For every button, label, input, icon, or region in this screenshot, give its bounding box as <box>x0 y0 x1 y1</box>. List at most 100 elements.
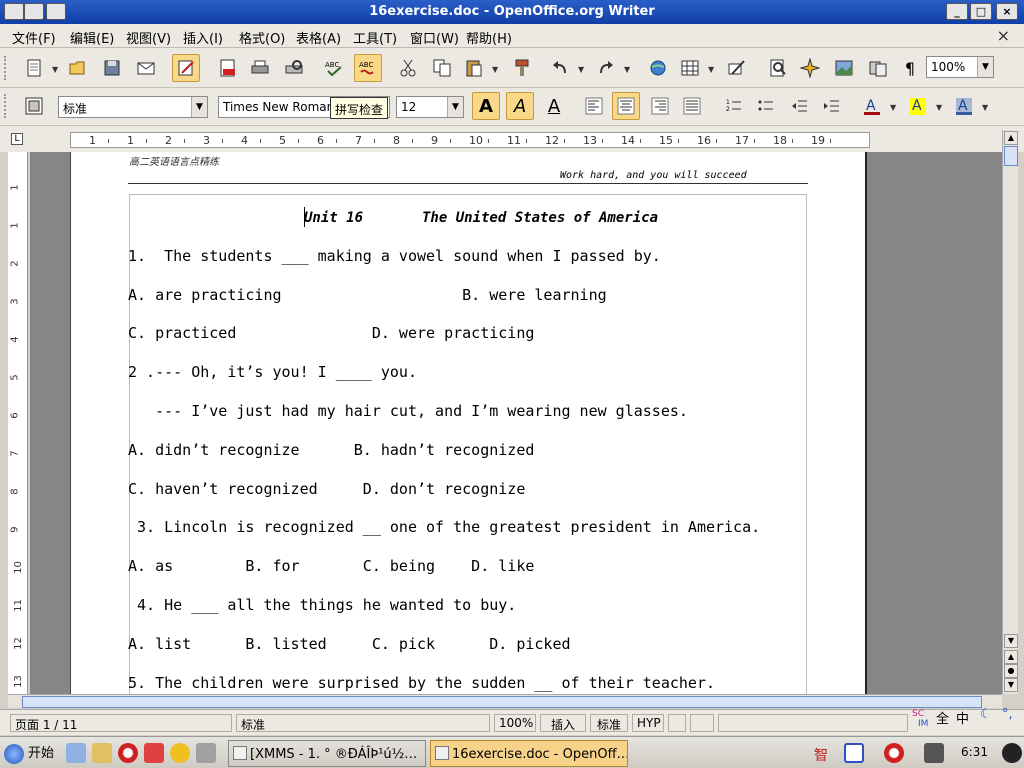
increase-indent-icon[interactable] <box>818 92 846 120</box>
question-line[interactable]: 3. Lincoln is recognized __ one of the g… <box>128 518 760 536</box>
styles-formatting-icon[interactable] <box>20 92 48 120</box>
menu-format[interactable]: 格式(O) <box>239 28 285 47</box>
align-right-icon[interactable] <box>646 92 674 120</box>
undo-icon[interactable] <box>546 54 574 82</box>
hyperlink-mode-indicator[interactable]: HYP <box>632 714 664 732</box>
cut-icon[interactable] <box>394 54 422 82</box>
background-color-dropdown-icon[interactable]: ▼ <box>982 103 990 112</box>
page-style-indicator[interactable]: 标准 <box>236 714 490 732</box>
opera-icon[interactable] <box>118 743 138 763</box>
save-icon[interactable] <box>98 54 126 82</box>
zoom-indicator[interactable]: 100% <box>494 714 536 732</box>
underline-button[interactable]: A <box>540 92 568 120</box>
open-folder-icon[interactable] <box>64 54 92 82</box>
ime-punctuation-icon[interactable]: °, <box>1002 707 1013 722</box>
menu-view[interactable]: 视图(V) <box>126 28 171 47</box>
menu-table[interactable]: 表格(A) <box>296 28 341 47</box>
style-dropdown-icon[interactable]: ▼ <box>191 97 207 117</box>
paragraph-style-combo[interactable]: 标准 ▼ <box>58 96 208 118</box>
menu-file[interactable]: 文件(F) <box>12 28 56 47</box>
undo-dropdown-icon[interactable]: ▼ <box>578 65 586 74</box>
show-desktop-icon[interactable] <box>66 743 86 763</box>
ime-logo-icon[interactable]: SCIM <box>912 707 932 727</box>
data-sources-icon[interactable] <box>864 54 892 82</box>
auto-spellcheck-icon[interactable]: ABC <box>354 54 382 82</box>
start-button[interactable]: 开始 <box>4 742 54 764</box>
ruler-strip[interactable]: 1 1 2 3 4 5 6 7 8 9 10 11 12 13 14 15 16 17 18 19 <box>70 132 870 148</box>
selection-mode-indicator[interactable]: 标准 <box>590 714 628 732</box>
toolbar-grip[interactable] <box>4 94 10 118</box>
file-manager-icon[interactable] <box>92 743 112 763</box>
highlight-icon[interactable]: A <box>904 92 932 120</box>
vertical-ruler[interactable]: 11234567891011121314 <box>8 152 28 726</box>
scroll-up-icon[interactable]: ▲ <box>1004 131 1018 145</box>
power-icon[interactable] <box>1002 743 1022 763</box>
vertical-scroll-thumb[interactable] <box>1004 146 1018 166</box>
find-replace-icon[interactable] <box>764 54 792 82</box>
bold-button[interactable]: A <box>472 92 500 120</box>
menu-edit[interactable]: 编辑(E) <box>70 28 114 47</box>
draw-functions-icon[interactable] <box>722 54 750 82</box>
menu-window[interactable]: 窗口(W) <box>410 28 459 47</box>
document-page[interactable]: 高二英语语言点精练 Work hard, and you will succee… <box>70 152 867 694</box>
menu-insert[interactable]: 插入(I) <box>183 28 223 47</box>
insert-mode-indicator[interactable]: 插入 <box>540 714 586 732</box>
align-left-icon[interactable] <box>580 92 608 120</box>
question-line[interactable]: 1. The students ___ making a vowel sound… <box>128 247 661 265</box>
export-pdf-icon[interactable] <box>214 54 242 82</box>
tray-opera-icon[interactable] <box>884 743 904 763</box>
answer-line[interactable]: A. list B. listed C. pick D. picked <box>128 635 571 653</box>
close-document-icon[interactable]: × <box>997 26 1010 45</box>
question-line[interactable]: 2 .--- Oh, it’s you! I ____ you. <box>128 363 417 381</box>
page-preview-icon[interactable] <box>280 54 308 82</box>
background-color-icon[interactable]: A <box>950 92 978 120</box>
horizontal-ruler[interactable]: L 1 1 2 3 4 5 6 7 8 9 10 11 12 13 14 15 16 17 18 19 <box>0 126 1024 152</box>
navigator-icon[interactable] <box>796 54 824 82</box>
ime-indicator[interactable]: SC IM 全 中 ☾ °, <box>910 705 1020 729</box>
tray-terminal-icon[interactable] <box>924 743 944 763</box>
tools-icon[interactable] <box>196 743 216 763</box>
horizontal-scroll-thumb[interactable] <box>22 696 982 708</box>
music-icon[interactable] <box>144 743 164 763</box>
paste-dropdown-icon[interactable]: ▼ <box>492 65 500 74</box>
scroll-down-icon[interactable]: ▼ <box>1004 634 1018 648</box>
minimize-button[interactable]: _ <box>946 3 968 20</box>
answer-line[interactable]: C. haven’t recognized D. don’t recognize <box>128 480 525 498</box>
table-dropdown-icon[interactable]: ▼ <box>708 65 716 74</box>
qq-icon[interactable] <box>170 743 190 763</box>
question-line[interactable]: --- I’ve just had my hair cut, and I’m w… <box>128 402 688 420</box>
italic-button[interactable]: A <box>506 92 534 120</box>
size-dropdown-icon[interactable]: ▼ <box>447 97 463 117</box>
redo-dropdown-icon[interactable]: ▼ <box>624 65 632 74</box>
formatting-marks-icon[interactable]: ¶ <box>896 54 924 82</box>
zoom-combo[interactable]: 100% ▼ <box>926 56 994 78</box>
email-icon[interactable] <box>132 54 160 82</box>
zoom-dropdown-icon[interactable]: ▼ <box>977 57 993 77</box>
highlight-dropdown-icon[interactable]: ▼ <box>936 103 944 112</box>
font-size-combo[interactable]: 12 ▼ <box>396 96 464 118</box>
question-line[interactable]: 5. The children were surprised by the su… <box>128 674 715 692</box>
print-icon[interactable] <box>246 54 274 82</box>
new-dropdown-icon[interactable]: ▼ <box>52 65 60 74</box>
font-color-dropdown-icon[interactable]: ▼ <box>890 103 898 112</box>
copy-icon[interactable] <box>428 54 456 82</box>
answer-line[interactable]: A. are practicing B. were learning <box>128 286 607 304</box>
answer-line[interactable]: A. as B. for C. being D. like <box>128 557 534 575</box>
redo-icon[interactable] <box>592 54 620 82</box>
tab-stop-selector[interactable]: L <box>11 133 23 145</box>
gallery-icon[interactable] <box>830 54 858 82</box>
tray-zhi-icon[interactable]: 智 <box>814 745 828 765</box>
question-line[interactable]: 4. He ___ all the things he wanted to bu… <box>128 596 516 614</box>
vertical-scrollbar[interactable]: ▲ ▼ ▲ ● ▼ <box>1002 130 1018 694</box>
ime-fullwidth-toggle[interactable]: 全 <box>936 708 949 727</box>
ime-chinese-toggle[interactable]: 中 <box>956 708 969 727</box>
menu-help[interactable]: 帮助(H) <box>466 28 512 47</box>
maximize-button[interactable]: □ <box>970 3 992 20</box>
tray-document-icon[interactable] <box>844 743 864 763</box>
taskbar-item-xmms[interactable]: [XMMS - 1. ° ®ÐÁÎÞ¹ú½… <box>228 740 426 767</box>
justify-icon[interactable] <box>678 92 706 120</box>
format-paintbrush-icon[interactable] <box>508 54 536 82</box>
edit-mode-icon[interactable] <box>172 54 200 82</box>
navigation-icon[interactable]: ● <box>1004 664 1018 678</box>
numbering-icon[interactable]: 12 <box>720 92 748 120</box>
